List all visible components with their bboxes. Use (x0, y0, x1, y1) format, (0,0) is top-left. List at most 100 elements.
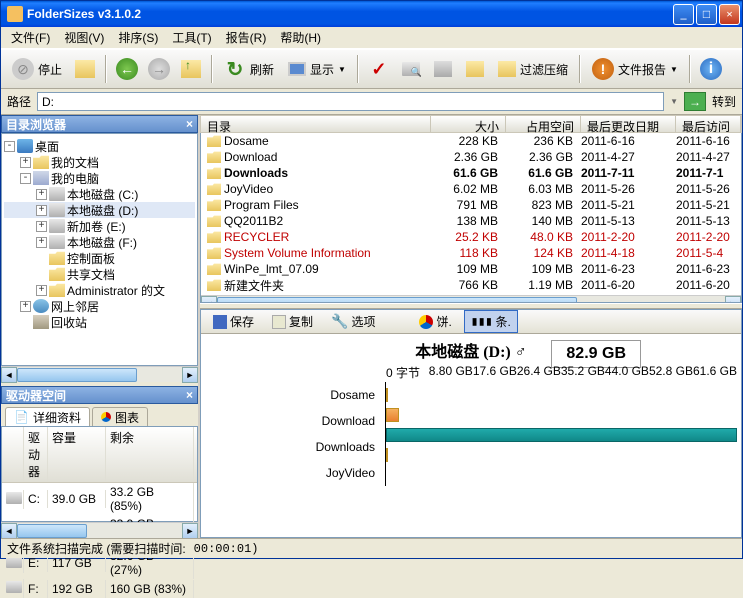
file-row[interactable]: Downloads61.6 GB61.6 GB2011-7-112011-7-1 (201, 165, 741, 181)
col-capacity[interactable]: 容量 (48, 427, 106, 482)
folder-icon (207, 279, 221, 291)
back-button[interactable]: ← (113, 55, 141, 83)
menu-file[interactable]: 文件(F) (5, 27, 56, 48)
explorer-button[interactable] (71, 55, 99, 83)
check-icon: ✓ (371, 59, 386, 80)
disk-icon (49, 187, 65, 201)
menu-sort[interactable]: 排序(S) (112, 27, 164, 48)
close-panel-icon[interactable]: × (186, 117, 193, 131)
folder-icon (207, 167, 221, 179)
disk-search-icon: 🔍 (402, 62, 420, 76)
folder-icon (75, 60, 95, 78)
go-button[interactable]: → (684, 92, 706, 111)
save-icon (213, 315, 227, 329)
drivespace-panel-header: 驱动器空间 × (1, 386, 198, 404)
axis-tick: 35.2 GB (561, 364, 605, 381)
monitor-icon (288, 62, 306, 76)
file-row[interactable]: Download2.36 GB2.36 GB2011-4-272011-4-27 (201, 149, 741, 165)
network-icon (33, 299, 49, 313)
maximize-button[interactable]: □ (696, 4, 717, 25)
report-icon: ! (592, 58, 614, 80)
file-row[interactable]: System Volume Information118 KB124 KB201… (201, 245, 741, 261)
close-button[interactable]: × (719, 4, 740, 25)
up-button[interactable]: ↑ (177, 55, 205, 83)
statusbar: 文件系统扫描完成 (需要扫描时间: 00:00:01) (1, 538, 742, 558)
filter-button[interactable]: 过滤压缩 (493, 55, 573, 83)
col-size[interactable]: 大小 (431, 116, 506, 132)
minimize-button[interactable]: _ (673, 4, 694, 25)
file-list-header: 目录 大小 占用空间 最后更改日期 最后访问 (200, 115, 742, 133)
folder-icon (207, 151, 221, 163)
folder-x-button[interactable] (461, 55, 489, 83)
filereport-button[interactable]: !文件报告▼ (587, 55, 683, 83)
menu-help[interactable]: 帮助(H) (274, 27, 327, 48)
axis-tick: 52.8 GB (649, 364, 693, 381)
file-row[interactable]: 新建文件夹766 KB1.19 MB2011-6-202011-6-20 (201, 277, 741, 293)
col-modified[interactable]: 最后更改日期 (581, 116, 676, 132)
menu-view[interactable]: 视图(V) (58, 27, 110, 48)
file-row[interactable]: RECYCLER25.2 KB48.0 KB2011-2-202011-2-20 (201, 229, 741, 245)
disk-icon (49, 203, 65, 217)
folder-icon (49, 283, 65, 297)
file-row[interactable]: Program Files791 MB823 MB2011-5-212011-5… (201, 197, 741, 213)
app-icon (7, 6, 23, 22)
folder-icon (207, 135, 221, 147)
file-list[interactable]: Dosame228 KB236 KB2011-6-162011-6-16Down… (200, 133, 742, 303)
bar-button[interactable]: ▮▮▮条. (464, 310, 518, 333)
wrench-icon: 🔧 (331, 313, 348, 330)
menu-reports[interactable]: 报告(R) (220, 27, 273, 48)
tab-chart[interactable]: 图表 (92, 407, 148, 426)
folder-icon (207, 231, 221, 243)
folder-tree[interactable]: -桌面 +我的文档 -我的电脑 +本地磁盘 (C:) +本地磁盘 (D:) +新… (1, 133, 198, 366)
col-free[interactable]: 剩余 (106, 427, 194, 482)
drive-row[interactable]: F:192 GB160 GB (83%) (2, 579, 197, 598)
tree-selected-node[interactable]: +本地磁盘 (D:) (4, 202, 195, 218)
file-row[interactable]: WinPe_lmt_07.09109 MB109 MB2011-6-232011… (201, 261, 741, 277)
search-disk-button[interactable]: 🔍 (397, 55, 425, 83)
close-panel-icon[interactable]: × (186, 388, 193, 402)
menu-tools[interactable]: 工具(T) (166, 27, 217, 48)
col-alloc[interactable]: 占用空间 (506, 116, 581, 132)
forward-arrow-icon: → (148, 58, 170, 80)
drive-scrollbar[interactable]: ◄► (1, 522, 198, 538)
save-button[interactable]: 保存 (207, 311, 260, 332)
check-button[interactable]: ✓ (365, 55, 393, 83)
options-button[interactable]: 🔧选项 (325, 311, 381, 332)
dropdown-icon[interactable]: ▼ (670, 97, 678, 106)
chart-title: 本地磁盘 (D:) ♂ (205, 338, 737, 362)
file-row[interactable]: Dosame228 KB236 KB2011-6-162011-6-16 (201, 133, 741, 149)
folder-icon (49, 267, 65, 281)
file-row[interactable]: QQ2011B2138 MB140 MB2011-5-132011-5-13 (201, 213, 741, 229)
path-input[interactable] (37, 92, 664, 111)
folder-icon (207, 183, 221, 195)
col-drive[interactable]: 驱动器 (24, 427, 48, 482)
compress-icon (498, 61, 516, 77)
computer-icon (33, 171, 49, 185)
print-button[interactable] (429, 55, 457, 83)
filelist-scrollbar[interactable]: ◄► (201, 295, 741, 303)
pie-icon (419, 315, 433, 329)
copy-button[interactable]: 复制 (266, 311, 319, 332)
back-arrow-icon: ← (116, 58, 138, 80)
disk-icon (49, 219, 65, 233)
col-name[interactable]: 目录 (201, 116, 431, 132)
drivespace-tabs: 📄详细资料 图表 (1, 404, 198, 426)
tab-detail[interactable]: 📄详细资料 (5, 407, 90, 426)
pie-button[interactable]: 饼. (413, 311, 457, 332)
axis-tick: 61.6 GB (693, 364, 737, 381)
drive-table: 驱动器 容量 剩余 C:39.0 GB33.2 GB (85%)D:117 GB… (1, 426, 198, 522)
tree-collapse-icon[interactable]: - (4, 141, 15, 152)
refresh-button[interactable]: ↻刷新 (219, 55, 279, 83)
display-button[interactable]: 显示▼ (283, 55, 351, 83)
tree-scrollbar[interactable]: ◄► (1, 366, 198, 382)
folder-icon (207, 247, 221, 259)
file-row[interactable]: JoyVideo6.02 MB6.03 MB2011-5-262011-5-26 (201, 181, 741, 197)
chart-category-label: Downloads (205, 434, 385, 460)
forward-button[interactable]: → (145, 55, 173, 83)
window-title: FolderSizes v3.1.0.2 (27, 7, 673, 21)
drive-row[interactable]: C:39.0 GB33.2 GB (85%) (2, 483, 197, 515)
col-accessed[interactable]: 最后访问 (676, 116, 741, 132)
recycle-icon (33, 315, 49, 329)
stop-button[interactable]: ⊘停止 (7, 55, 67, 83)
help-button[interactable]: i (697, 55, 725, 83)
